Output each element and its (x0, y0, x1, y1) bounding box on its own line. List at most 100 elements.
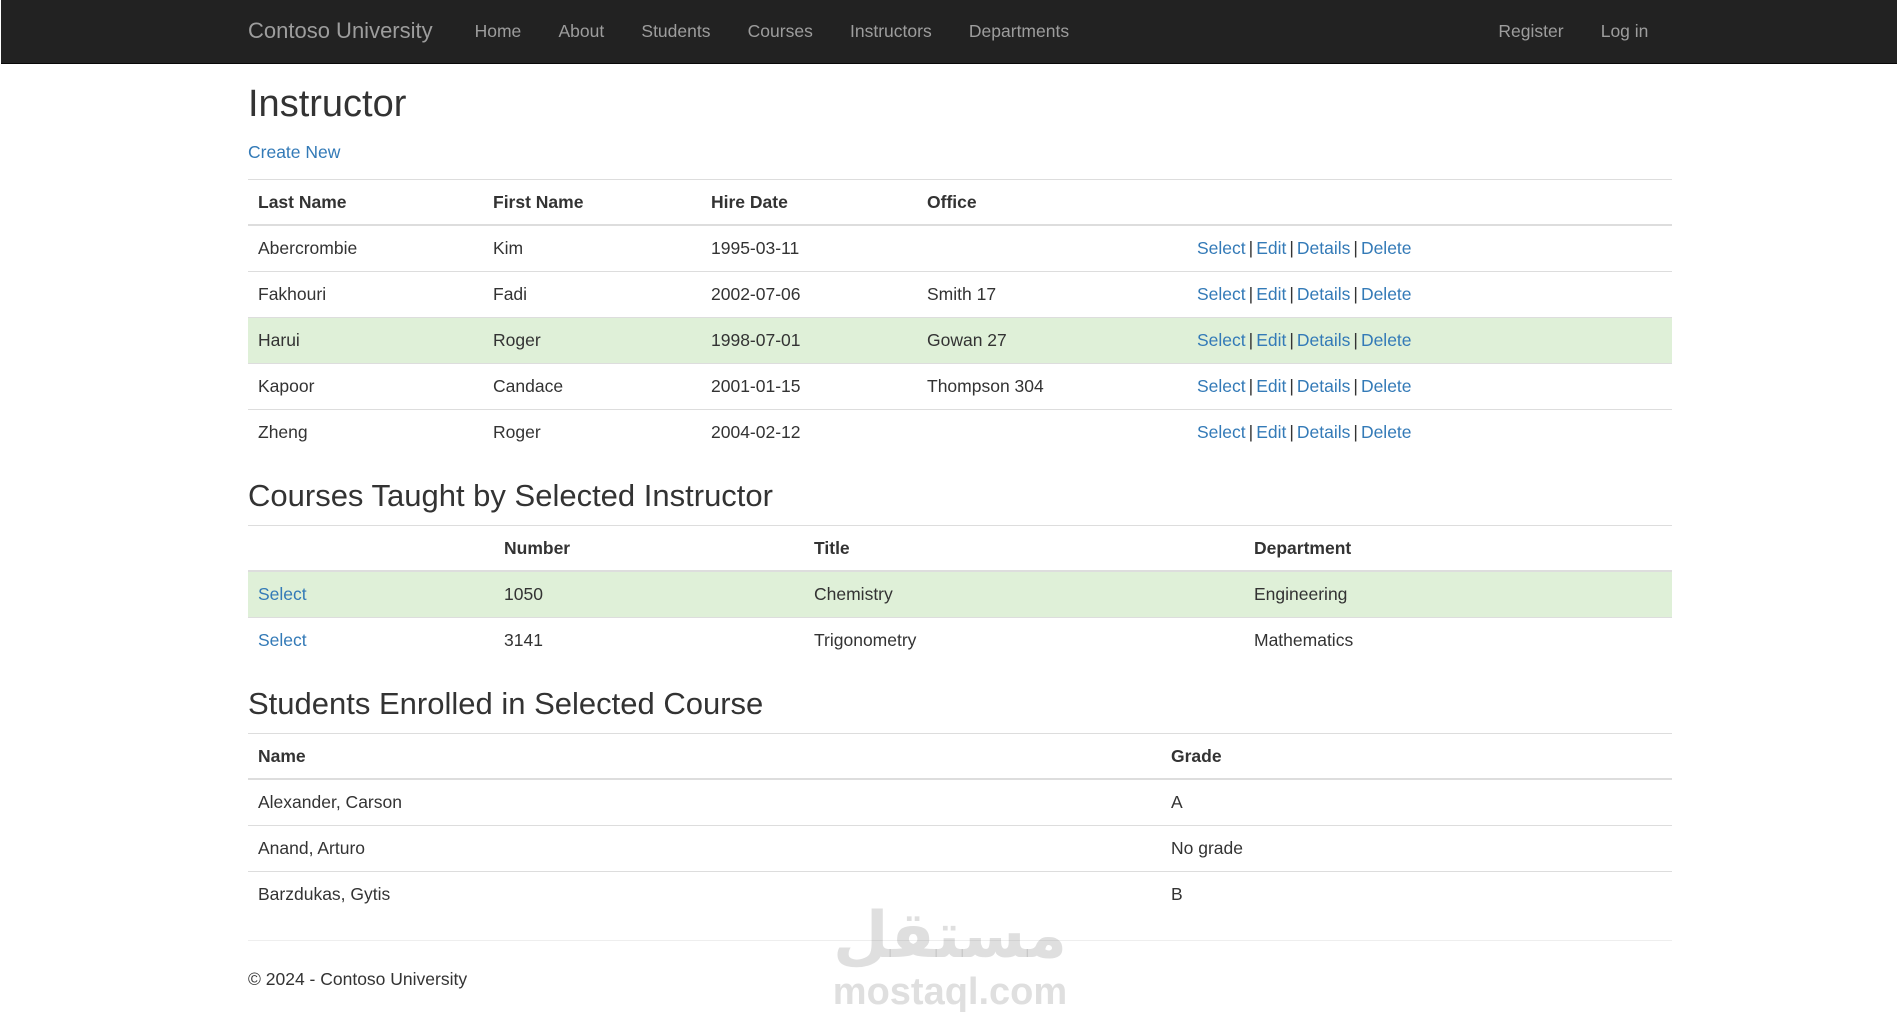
hire-date-cell: 2004-02-12 (701, 409, 917, 455)
col-name: Name (248, 733, 1161, 780)
details-link[interactable]: Details (1297, 376, 1351, 396)
nav-about[interactable]: About (540, 0, 623, 64)
row-actions: Select | Edit | Details | Delete (1187, 317, 1672, 364)
course-row: Select 1050 Chemistry Engineering (248, 570, 1672, 618)
footer-divider (248, 940, 1672, 941)
nav-students[interactable]: Students (623, 0, 729, 64)
first-name-cell: Roger (483, 409, 701, 455)
delete-link[interactable]: Delete (1361, 238, 1412, 258)
grade-cell: B (1161, 871, 1672, 917)
edit-link[interactable]: Edit (1256, 422, 1286, 442)
details-link[interactable]: Details (1297, 422, 1351, 442)
col-office: Office (917, 179, 1187, 226)
hire-date-cell: 1995-03-11 (701, 224, 917, 272)
student-name-cell: Barzdukas, Gytis (248, 871, 1161, 917)
courses-table: Number Title Department Select 1050 Chemis… (248, 525, 1672, 663)
delete-link[interactable]: Delete (1361, 284, 1412, 304)
office-cell (917, 409, 1187, 455)
col-number: Number (494, 525, 804, 572)
delete-link[interactable]: Delete (1361, 376, 1412, 396)
last-name-cell: Kapoor (248, 363, 483, 410)
edit-link[interactable]: Edit (1256, 330, 1286, 350)
create-new-link[interactable]: Create New (248, 142, 340, 163)
enrollments-table: Name Grade Alexander, Carson A Anand, Artu… (248, 733, 1672, 917)
col-select (248, 525, 494, 572)
action-separator: | (1248, 376, 1254, 396)
office-cell (917, 224, 1187, 272)
hire-date-cell: 2001-01-15 (701, 363, 917, 410)
select-link[interactable]: Select (1197, 376, 1246, 396)
hire-date-cell: 1998-07-01 (701, 317, 917, 364)
enrollments-heading: Students Enrolled in Selected Course (248, 686, 764, 721)
nav-instructors[interactable]: Instructors (831, 0, 950, 64)
instructor-row: Abercrombie Kim 1995-03-11 Select | Edit | Deta… (248, 224, 1672, 272)
details-link[interactable]: Details (1297, 330, 1351, 350)
col-actions (1187, 179, 1672, 226)
course-select-cell: Select (248, 570, 494, 618)
nav-home[interactable]: Home (456, 0, 540, 64)
action-separator: | (1353, 238, 1358, 258)
office-cell: Thompson 304 (917, 363, 1187, 410)
action-separator: | (1248, 284, 1254, 304)
nav-login[interactable]: Log in (1582, 0, 1667, 64)
select-link[interactable]: Select (1197, 422, 1246, 442)
instructors-body: Abercrombie Kim 1995-03-11 Select | Edit | Deta… (248, 224, 1672, 455)
edit-link[interactable]: Edit (1256, 376, 1286, 396)
action-separator: | (1353, 422, 1358, 442)
col-department: Department (1244, 525, 1672, 572)
enrollments-header-row: Name Grade (248, 733, 1672, 780)
last-name-cell: Fakhouri (248, 271, 483, 318)
enrollment-row: Barzdukas, Gytis B (248, 871, 1672, 917)
enrollments-body: Alexander, Carson A Anand, Arturo No grade B… (248, 778, 1672, 917)
col-title: Title (804, 525, 1244, 572)
courses-header-row: Number Title Department (248, 525, 1672, 572)
action-separator: | (1248, 422, 1254, 442)
instructor-row: Fakhouri Fadi 2002-07-06 Smith 17 Select | Edi… (248, 271, 1672, 318)
delete-link[interactable]: Delete (1361, 422, 1412, 442)
navbar: Contoso University Home About Students C… (1, 0, 1897, 64)
instructors-table: Last Name First Name Hire Date Office Ab… (248, 179, 1672, 455)
course-select-cell: Select (248, 617, 494, 663)
course-department-cell: Engineering (1244, 570, 1672, 618)
edit-link[interactable]: Edit (1256, 238, 1286, 258)
row-actions: Select | Edit | Details | Delete (1187, 271, 1672, 318)
action-separator: | (1353, 284, 1358, 304)
nav-register[interactable]: Register (1480, 0, 1582, 64)
student-name-cell: Alexander, Carson (248, 778, 1161, 826)
action-separator: | (1353, 330, 1358, 350)
row-actions: Select | Edit | Details | Delete (1187, 409, 1672, 455)
last-name-cell: Harui (248, 317, 483, 364)
grade-cell: No grade (1161, 825, 1672, 872)
last-name-cell: Zheng (248, 409, 483, 455)
course-title-cell: Chemistry (804, 570, 1244, 618)
hire-date-cell: 2002-07-06 (701, 271, 917, 318)
student-name-cell: Anand, Arturo (248, 825, 1161, 872)
course-number-cell: 3141 (494, 617, 804, 663)
course-select-link[interactable]: Select (258, 584, 307, 604)
col-first-name: First Name (483, 179, 701, 226)
office-cell: Gowan 27 (917, 317, 1187, 364)
delete-link[interactable]: Delete (1361, 330, 1412, 350)
watermark-latin: mostaql.com (832, 971, 1068, 1013)
action-separator: | (1289, 284, 1294, 304)
course-department-cell: Mathematics (1244, 617, 1672, 663)
select-link[interactable]: Select (1197, 330, 1246, 350)
action-separator: | (1248, 238, 1254, 258)
nav-courses[interactable]: Courses (729, 0, 831, 64)
action-separator: | (1289, 422, 1294, 442)
course-select-link[interactable]: Select (258, 630, 307, 650)
select-link[interactable]: Select (1197, 284, 1246, 304)
nav-departments[interactable]: Departments (950, 0, 1087, 64)
first-name-cell: Roger (483, 317, 701, 364)
details-link[interactable]: Details (1297, 284, 1351, 304)
brand-link[interactable]: Contoso University (248, 0, 433, 64)
action-separator: | (1248, 330, 1254, 350)
action-separator: | (1289, 238, 1294, 258)
details-link[interactable]: Details (1297, 238, 1351, 258)
page-title: Instructor (248, 83, 407, 125)
edit-link[interactable]: Edit (1256, 284, 1286, 304)
course-number-cell: 1050 (494, 570, 804, 618)
select-link[interactable]: Select (1197, 238, 1246, 258)
enrollment-row: Alexander, Carson A (248, 778, 1672, 826)
office-cell: Smith 17 (917, 271, 1187, 318)
